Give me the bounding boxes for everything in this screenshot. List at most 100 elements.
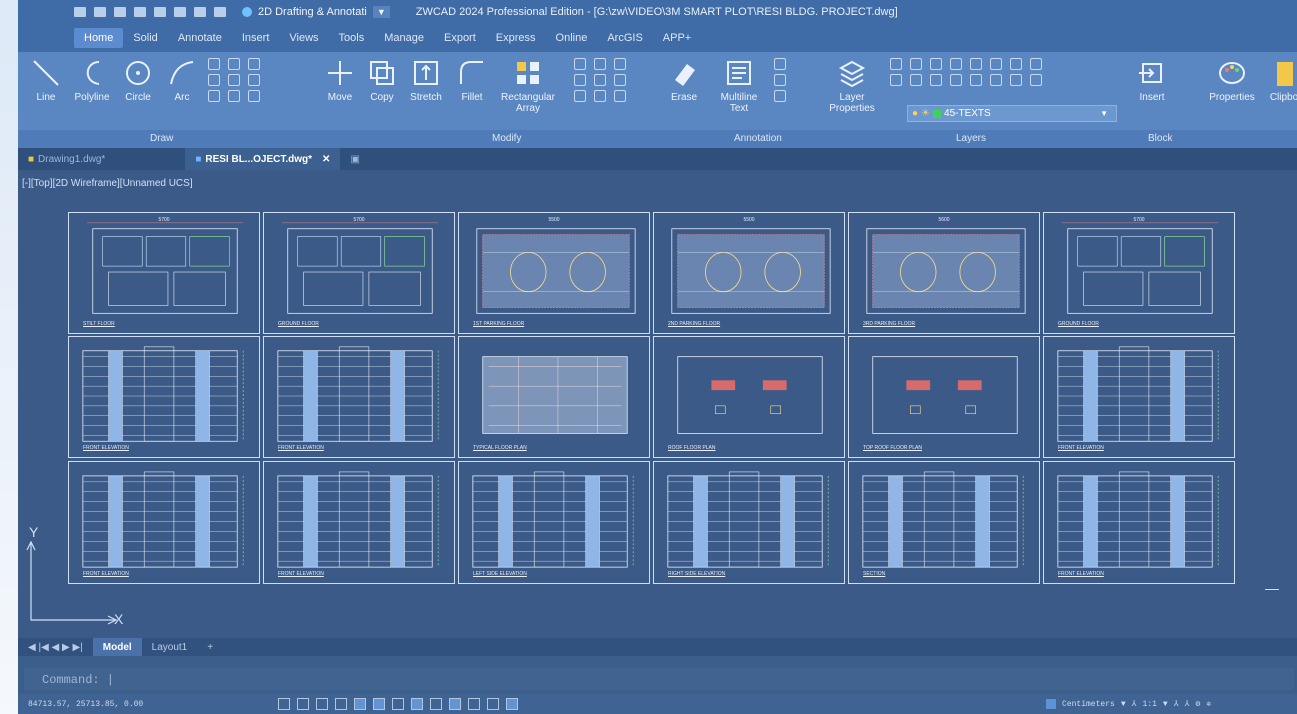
insert-block-button[interactable]: Insert	[1132, 56, 1172, 103]
plot-icon[interactable]	[174, 7, 186, 17]
doc-tab-resi[interactable]: ■ RESI BL...OJECT.dwg* ✕	[185, 148, 341, 170]
snap-toggle-icon[interactable]	[297, 698, 309, 710]
modify-more-tools[interactable]	[574, 58, 628, 102]
circle-icon	[126, 61, 150, 85]
drawing-sheet[interactable]: GROUND FLOOR 5700	[1043, 212, 1235, 334]
fillet-button[interactable]: Fillet	[452, 56, 492, 103]
transparency-toggle-icon[interactable]	[449, 698, 461, 710]
grid-toggle-icon[interactable]	[278, 698, 290, 710]
ribbon-tabs: Home Solid Annotate Insert Views Tools Manage E…	[18, 24, 1297, 52]
ortho-toggle-icon[interactable]	[316, 698, 328, 710]
layer-properties-button[interactable]: Layer Properties	[824, 56, 880, 114]
drawing-sheet[interactable]: 2ND PARKING FLOOR 5500	[653, 212, 845, 334]
sheet-caption: TYPICAL FLOOR PLAN	[473, 445, 527, 451]
circle-button[interactable]: Circle	[118, 56, 158, 103]
crosshair-cursor: —	[1265, 580, 1279, 596]
drawing-sheet[interactable]: 1ST PARKING FLOOR 5500	[458, 212, 650, 334]
command-input[interactable]: Command: |	[24, 668, 1294, 690]
doc-tab-drawing1[interactable]: ■ Drawing1.dwg*	[18, 154, 115, 165]
tab-manage[interactable]: Manage	[374, 28, 434, 48]
workspace-selector[interactable]: 2D Drafting & Annotati ▼	[242, 6, 390, 18]
lineweight-toggle-icon[interactable]	[430, 698, 442, 710]
tab-home[interactable]: Home	[74, 28, 124, 48]
drawing-sheet[interactable]: FRONT ELEVATION	[68, 336, 260, 458]
annotation-visibility-icon[interactable]: ⅄	[1174, 699, 1179, 709]
tab-insert[interactable]: Insert	[232, 28, 280, 48]
add-layout-button[interactable]: +	[197, 638, 223, 656]
quick-properties-icon[interactable]	[506, 698, 518, 710]
chevron-down-icon[interactable]: ▼	[1121, 700, 1126, 709]
layer-dropdown[interactable]: ● ☀ 45-TEXTS ▼	[907, 105, 1117, 122]
annotation-panel-label: Annotation	[734, 133, 782, 144]
multiline-text-button[interactable]: Multiline Text	[714, 56, 764, 114]
new-tab-button[interactable]: ▣	[340, 154, 369, 165]
auto-scale-icon[interactable]: ⅄	[1185, 699, 1190, 709]
polyline-button[interactable]: Polyline	[70, 56, 114, 103]
new-icon[interactable]	[74, 7, 86, 17]
layers-panel-label: Layers	[956, 133, 987, 144]
units-dropdown[interactable]: Centimeters	[1062, 700, 1115, 709]
drawing-sheet[interactable]: ROOF FLOOR PLAN	[653, 336, 845, 458]
erase-button[interactable]: Erase	[664, 56, 704, 103]
annotation-more-tools[interactable]	[774, 58, 788, 102]
tab-views[interactable]: Views	[279, 28, 328, 48]
properties-button[interactable]: Properties	[1204, 56, 1260, 103]
tab-arcgis[interactable]: ArcGIS	[597, 28, 652, 48]
tab-express[interactable]: Express	[486, 28, 546, 48]
drawing-sheet[interactable]: FRONT ELEVATION	[1043, 461, 1235, 584]
copy-button[interactable]: Copy	[362, 56, 402, 103]
workspace-switch-icon[interactable]: ⚙	[1196, 699, 1201, 709]
drawing-sheet[interactable]: STILT FLOOR 5700	[68, 212, 260, 334]
drawing-sheet[interactable]: LEFT SIDE ELEVATION	[458, 461, 650, 584]
polar-toggle-icon[interactable]	[335, 698, 347, 710]
chevron-down-icon[interactable]: ▼	[1163, 700, 1168, 709]
move-button[interactable]: Move	[320, 56, 360, 103]
line-button[interactable]: Line	[26, 56, 66, 103]
workspace-icon	[242, 7, 252, 17]
tab-app-[interactable]: APP+	[653, 28, 701, 48]
ducs-toggle-icon[interactable]	[392, 698, 404, 710]
clipboard-button[interactable]: Clipbo	[1264, 56, 1297, 103]
viewport-controls[interactable]: [-][Top][2D Wireframe][Unnamed UCS]	[22, 178, 193, 189]
annotation-monitor-icon[interactable]	[487, 698, 499, 710]
drawing-sheet[interactable]: FRONT ELEVATION	[263, 461, 455, 584]
drawing-sheet[interactable]: 3RD PARKING FLOOR 5600	[848, 212, 1040, 334]
drawing-sheet[interactable]: RIGHT SIDE ELEVATION	[653, 461, 845, 584]
tab-annotate[interactable]: Annotate	[168, 28, 232, 48]
tab-tools[interactable]: Tools	[329, 28, 375, 48]
drawing-sheet[interactable]: GROUND FLOOR 5700	[263, 212, 455, 334]
open-icon[interactable]	[94, 7, 106, 17]
layer-tools[interactable]	[890, 58, 1044, 86]
osnap-toggle-icon[interactable]	[354, 698, 366, 710]
arc-button[interactable]: Arc	[162, 56, 202, 103]
drawing-sheet[interactable]: FRONT ELEVATION	[263, 336, 455, 458]
arc-icon	[170, 61, 194, 85]
save-as-icon[interactable]	[134, 7, 146, 17]
tab-solid[interactable]: Solid	[123, 28, 167, 48]
tab-layout1[interactable]: Layout1	[142, 638, 198, 656]
tab-model[interactable]: Model	[92, 638, 142, 656]
undo-icon[interactable]	[194, 7, 206, 17]
drawing-sheet[interactable]: TYPICAL FLOOR PLAN	[458, 336, 650, 458]
sheet-caption: 1ST PARKING FLOOR	[473, 321, 525, 327]
drawing-area[interactable]: STILT FLOOR 5700 GROUND FLOOR 5700 1ST PARKI…	[18, 170, 1297, 638]
gear-icon[interactable]: ✲	[1206, 699, 1211, 709]
close-icon[interactable]: ✕	[322, 154, 330, 165]
redo-icon[interactable]	[214, 7, 226, 17]
workspace-label: 2D Drafting & Annotati	[258, 6, 367, 18]
drawing-sheet[interactable]: SECTION	[848, 461, 1040, 584]
layout-nav-arrows[interactable]: ◀ |◀ ◀ ▶ ▶|	[18, 638, 93, 656]
selection-cycling-icon[interactable]	[468, 698, 480, 710]
drawing-sheet[interactable]: TOP ROOF FLOOR PLAN	[848, 336, 1040, 458]
draw-more-tools[interactable]	[208, 58, 262, 102]
annotation-scale[interactable]: 1:1	[1143, 700, 1157, 709]
stretch-button[interactable]: Stretch	[404, 56, 448, 103]
rectangular-array-button[interactable]: Rectangular Array	[498, 56, 558, 114]
tab-export[interactable]: Export	[434, 28, 486, 48]
tab-online[interactable]: Online	[546, 28, 598, 48]
print-icon[interactable]	[154, 7, 166, 17]
save-icon[interactable]	[114, 7, 126, 17]
otrack-toggle-icon[interactable]	[373, 698, 385, 710]
drawing-sheet[interactable]: FRONT ELEVATION	[1043, 336, 1235, 458]
dyn-toggle-icon[interactable]	[411, 698, 423, 710]
